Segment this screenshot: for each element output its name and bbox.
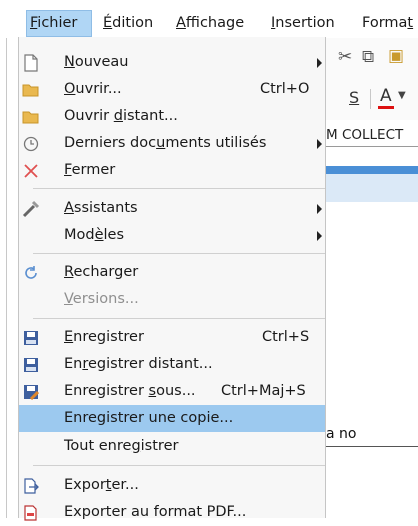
remote-folder-icon bbox=[21, 107, 41, 127]
menu-item-nouveau[interactable]: Nouveau bbox=[19, 49, 325, 76]
menu-item-assistants[interactable]: Assistants bbox=[19, 195, 325, 222]
menu-item-label: Derniers documents utilisés bbox=[64, 135, 267, 151]
menu-item-label: Versions... bbox=[64, 291, 139, 307]
font-color-swatch bbox=[378, 106, 394, 109]
menu-insertion[interactable]: Insertion bbox=[271, 11, 335, 35]
menu-item-fermer[interactable]: Fermer bbox=[19, 157, 325, 184]
cell-text: a no bbox=[326, 426, 357, 442]
toolbar-separator bbox=[370, 89, 371, 109]
save-icon bbox=[21, 328, 41, 348]
menu-item-label: Ouvrir distant... bbox=[64, 108, 178, 124]
shortcut-label: Ctrl+Maj+S bbox=[221, 383, 306, 399]
menu-item-label: Enregistrer sous... bbox=[64, 383, 196, 399]
copy-icon[interactable]: ⧉ bbox=[362, 47, 374, 67]
menu-item-label: Modèles bbox=[64, 227, 125, 243]
open-folder-icon bbox=[21, 80, 41, 100]
menu-item-modeles[interactable]: Modèles bbox=[19, 222, 325, 249]
menu-item-label: Assistants bbox=[64, 200, 138, 216]
menu-item-ouvrir[interactable]: Ouvrir... Ctrl+O bbox=[19, 76, 325, 103]
menu-item-label: Recharger bbox=[64, 264, 139, 280]
cut-icon[interactable]: ✂ bbox=[338, 47, 352, 67]
toolbar-row-1: ✂ ⧉ ▣ bbox=[326, 38, 418, 76]
close-x-icon bbox=[21, 161, 41, 181]
menu-separator bbox=[33, 253, 325, 254]
menu-item-label: Enregistrer distant... bbox=[64, 356, 213, 372]
menu-item-tout-enregistrer[interactable]: Tout enregistrer bbox=[19, 433, 325, 460]
menu-item-enregistrer-sous[interactable]: Enregistrer sous... Ctrl+Maj+S bbox=[19, 378, 325, 405]
header-divider bbox=[326, 146, 418, 147]
menu-item-label: Enregistrer une copie... bbox=[64, 410, 234, 426]
export-icon bbox=[21, 476, 41, 496]
menu-format[interactable]: Format bbox=[362, 11, 413, 35]
submenu-arrow-icon bbox=[317, 139, 322, 149]
menu-item-enregistrer[interactable]: Enregistrer Ctrl+S bbox=[19, 324, 325, 351]
menu-item-label: Ouvrir... bbox=[64, 81, 122, 97]
export-pdf-icon bbox=[21, 503, 41, 523]
menu-separator bbox=[33, 318, 325, 319]
menu-item-label: Fermer bbox=[64, 162, 116, 178]
menu-item-recharger[interactable]: Recharger bbox=[19, 259, 325, 286]
menu-item-label: Nouveau bbox=[64, 54, 129, 70]
menu-item-label: Tout enregistrer bbox=[64, 438, 179, 454]
menu-item-enregistrer-distant[interactable]: Enregistrer distant... bbox=[19, 351, 325, 378]
fichier-menu: Nouveau Ouvrir... Ctrl+O Ouvrir distant.… bbox=[18, 37, 326, 521]
window-edge bbox=[6, 0, 7, 518]
chevron-down-icon[interactable]: ▼ bbox=[398, 90, 406, 101]
cell-underline bbox=[326, 446, 418, 447]
sheet-header-text: M COLLECT bbox=[326, 127, 404, 143]
menu-separator bbox=[33, 188, 325, 189]
menubar: Fichier Édition Affichage Insertion Form… bbox=[0, 0, 418, 38]
menu-item-exporter[interactable]: Exporter... bbox=[19, 472, 325, 499]
selection-area bbox=[326, 174, 418, 202]
menu-item-label: Exporter au format PDF... bbox=[64, 504, 247, 520]
menu-item-label: Exporter... bbox=[64, 477, 139, 493]
menu-item-derniers-documents[interactable]: Derniers documents utilisés bbox=[19, 130, 325, 157]
reload-icon bbox=[21, 263, 41, 283]
shortcut-label: Ctrl+S bbox=[262, 329, 310, 345]
submenu-arrow-icon bbox=[317, 204, 322, 214]
menu-item-ouvrir-distant[interactable]: Ouvrir distant... bbox=[19, 103, 325, 130]
recent-clock-icon bbox=[21, 134, 41, 154]
selection-bar bbox=[326, 166, 418, 174]
shortcut-label: Ctrl+O bbox=[260, 81, 310, 97]
menu-affichage[interactable]: Affichage bbox=[176, 11, 244, 35]
menu-separator bbox=[33, 465, 325, 466]
wizard-icon bbox=[21, 199, 41, 219]
font-color-button[interactable]: A bbox=[380, 86, 392, 106]
menu-item-enregistrer-copie[interactable]: Enregistrer une copie... bbox=[19, 405, 325, 432]
save-as-icon bbox=[21, 382, 41, 402]
paste-icon[interactable]: ▣ bbox=[388, 46, 404, 66]
save-remote-icon bbox=[21, 355, 41, 375]
menu-fichier[interactable]: Fichier bbox=[26, 10, 92, 37]
menu-item-versions: Versions... bbox=[19, 286, 325, 313]
submenu-arrow-icon bbox=[317, 231, 322, 241]
menu-item-exporter-pdf[interactable]: Exporter au format PDF... bbox=[19, 499, 325, 526]
underline-button[interactable]: S bbox=[349, 88, 359, 107]
new-document-icon bbox=[21, 53, 41, 73]
menu-edition[interactable]: Édition bbox=[103, 11, 153, 35]
submenu-arrow-icon bbox=[317, 58, 322, 68]
menu-item-label: Enregistrer bbox=[64, 329, 144, 345]
